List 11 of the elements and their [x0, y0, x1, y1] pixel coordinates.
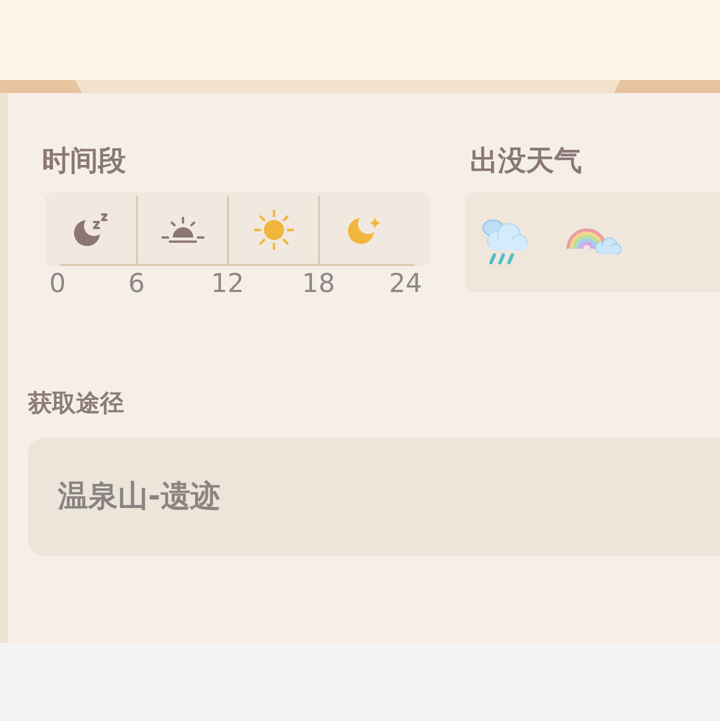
rain-cloud-icon [482, 219, 528, 265]
section-title: 时间段 [42, 143, 126, 179]
tick-label: 12 [210, 268, 244, 300]
location-name: 温泉山-遗迹 [58, 478, 220, 516]
rainbow-icon [566, 228, 622, 256]
section-title: 出没天气 [470, 143, 582, 179]
section-title: 获取途径 [28, 388, 124, 418]
tick-label: 24 [388, 268, 422, 300]
tick-label: 0 [49, 268, 66, 300]
tick-label: 6 [128, 268, 145, 300]
tick-label: 18 [302, 268, 336, 300]
